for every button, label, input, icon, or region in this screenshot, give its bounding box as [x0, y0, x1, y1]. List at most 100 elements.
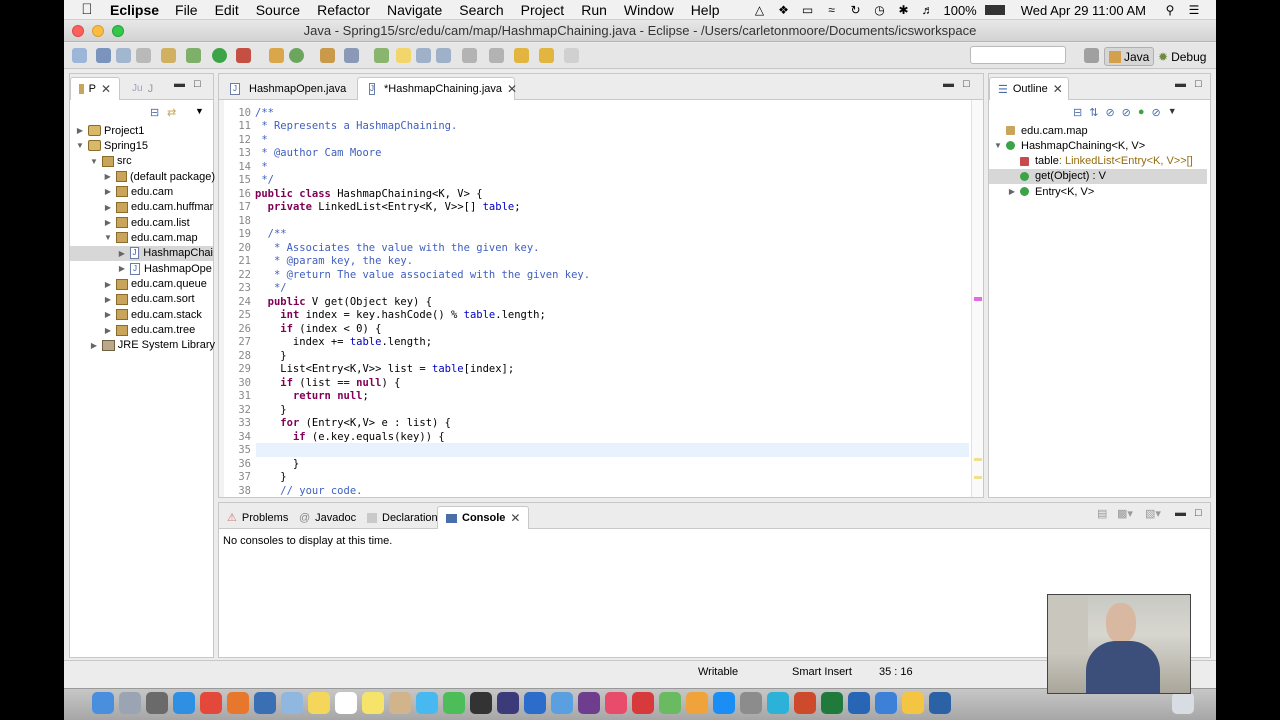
tab-declaration[interactable]: Declaration: [359, 506, 446, 529]
collapsed-arrow-icon[interactable]: ▶: [103, 203, 113, 212]
maximize-panel-icon[interactable]: □: [1195, 78, 1202, 90]
expanded-arrow-icon[interactable]: ▼: [103, 233, 113, 242]
run-icon[interactable]: [212, 48, 227, 63]
app-name-menu[interactable]: Eclipse: [110, 2, 159, 18]
hide-static-icon[interactable]: ⊘: [1122, 106, 1131, 119]
hide-fields-icon[interactable]: ⊘: [1105, 106, 1114, 119]
menu-project[interactable]: Project: [521, 2, 565, 18]
show-whitespace-icon[interactable]: [416, 48, 431, 63]
dock-xcode-icon[interactable]: [551, 692, 573, 714]
tree-item[interactable]: ▶ Project1: [75, 123, 215, 138]
collapsed-arrow-icon[interactable]: ▶: [103, 310, 113, 319]
notification-center-icon[interactable]: ☰: [1186, 3, 1202, 17]
outline-item[interactable]: ▶ Entry<K, V>: [1007, 184, 1094, 199]
open-perspective-icon[interactable]: [1084, 48, 1099, 63]
tree-item[interactable]: ▶ edu.cam.tree: [103, 323, 215, 338]
menu-clock[interactable]: Wed Apr 29 11:00 AM: [1021, 3, 1146, 18]
error-marker-icon[interactable]: [974, 297, 982, 301]
dock-github-icon[interactable]: [578, 692, 600, 714]
outline-item[interactable]: edu.cam.map: [993, 123, 1088, 138]
last-edit-icon[interactable]: [539, 48, 554, 63]
dock-keynote-icon[interactable]: [875, 692, 897, 714]
highlight-icon[interactable]: [396, 48, 411, 63]
dock-stickies-icon[interactable]: [362, 692, 384, 714]
code-area[interactable]: 10/** 11 * Represents a HashmapChaining. 1…: [225, 106, 969, 497]
menu-navigate[interactable]: Navigate: [387, 2, 442, 18]
tab-javadoc[interactable]: @ Javadoc: [291, 506, 364, 529]
new-icon[interactable]: [72, 48, 87, 63]
block-select-icon[interactable]: [436, 48, 451, 63]
dock-photos-icon[interactable]: [902, 692, 924, 714]
search-icon[interactable]: [344, 48, 359, 63]
collapsed-arrow-icon[interactable]: ▶: [1007, 187, 1017, 196]
new-class-icon[interactable]: [289, 48, 304, 63]
external-tools-icon[interactable]: [236, 48, 251, 63]
view-menu-icon[interactable]: ▼: [1168, 106, 1177, 119]
dock-safari-icon[interactable]: [173, 692, 195, 714]
new-java-project-icon[interactable]: [269, 48, 284, 63]
menu-file[interactable]: File: [175, 2, 198, 18]
collapsed-arrow-icon[interactable]: ▶: [117, 264, 127, 273]
dock-system-preferences-icon[interactable]: [740, 692, 762, 714]
dock-sourcetree-icon[interactable]: [929, 692, 951, 714]
tree-item[interactable]: ▶ edu.cam.queue: [103, 277, 215, 292]
maximize-panel-icon[interactable]: □: [963, 78, 970, 90]
battery-icon[interactable]: [984, 5, 1005, 15]
link-with-editor-icon[interactable]: ⇄: [167, 106, 176, 119]
save-icon[interactable]: [96, 48, 111, 63]
collapsed-arrow-icon[interactable]: ▶: [103, 218, 113, 227]
warning-marker-icon[interactable]: [974, 458, 982, 461]
tree-item[interactable]: ▶ edu.cam.huffmar: [103, 200, 215, 215]
tree-item[interactable]: ▼ src: [89, 154, 215, 169]
time-machine-icon[interactable]: ◷: [871, 3, 887, 17]
dock-excel-icon[interactable]: [821, 692, 843, 714]
minimize-panel-icon[interactable]: ▬: [1175, 507, 1186, 519]
apple-icon[interactable]: : [64, 1, 110, 18]
outline-item[interactable]: get(Object) : V: [989, 168, 1207, 184]
print-icon[interactable]: [136, 48, 151, 63]
menu-refactor[interactable]: Refactor: [317, 2, 370, 18]
previous-annotation-icon[interactable]: [489, 48, 504, 63]
dock-outlook-icon[interactable]: [848, 692, 870, 714]
menu-edit[interactable]: Edit: [215, 2, 239, 18]
collapsed-arrow-icon[interactable]: ▶: [103, 280, 113, 289]
tree-item[interactable]: ▶ edu.cam.list: [103, 215, 215, 230]
collapsed-arrow-icon[interactable]: ▶: [103, 295, 113, 304]
collapsed-arrow-icon[interactable]: ▶: [117, 249, 127, 258]
tab-problems[interactable]: ⚠ Problems: [219, 506, 296, 529]
tab-outline[interactable]: ☰ Outline ✕: [989, 77, 1069, 100]
collapsed-arrow-icon[interactable]: ▶: [89, 341, 99, 350]
dock-music-icon[interactable]: [632, 692, 654, 714]
hide-non-public-icon[interactable]: ●: [1138, 106, 1145, 119]
dock-reminders-icon[interactable]: [335, 692, 357, 714]
menu-search[interactable]: Search: [459, 2, 503, 18]
collapsed-arrow-icon[interactable]: ▶: [103, 326, 113, 335]
dock-chrome-icon[interactable]: [200, 692, 222, 714]
toggle-mark-icon[interactable]: [374, 48, 389, 63]
outline-item[interactable]: ▼ HashmapChaining<K, V>: [993, 138, 1145, 153]
dock-intellij-icon[interactable]: [524, 692, 546, 714]
spotlight-search-icon[interactable]: ⚲: [1162, 3, 1178, 17]
view-menu-icon[interactable]: ▼: [195, 106, 204, 116]
expanded-arrow-icon[interactable]: ▼: [89, 157, 99, 166]
tree-item[interactable]: ▶ (default package): [103, 169, 215, 184]
dock-notes-icon[interactable]: [308, 692, 330, 714]
tree-item[interactable]: ▶ J HashmapOpe: [117, 261, 215, 276]
open-type-icon[interactable]: [320, 48, 335, 63]
menu-help[interactable]: Help: [691, 2, 720, 18]
next-annotation-icon[interactable]: [462, 48, 477, 63]
outline-item[interactable]: table : LinkedList<Entry<K, V>>[]: [1007, 154, 1193, 169]
back-icon[interactable]: [514, 48, 529, 63]
tab-hashmap-open[interactable]: J HashmapOpen.java: [219, 77, 357, 100]
forward-icon[interactable]: [564, 48, 579, 63]
tree-item[interactable]: ▼ edu.cam.map: [103, 230, 215, 245]
dock-thunderbird-icon[interactable]: [254, 692, 276, 714]
close-icon[interactable]: ✕: [510, 511, 520, 525]
dock-webstorm-icon[interactable]: [767, 692, 789, 714]
collapsed-arrow-icon[interactable]: ▶: [75, 126, 85, 135]
expanded-arrow-icon[interactable]: ▼: [75, 141, 85, 150]
tab-junit[interactable]: Ju J: [124, 77, 161, 100]
tree-item[interactable]: ▶ edu.cam: [103, 184, 215, 199]
collapse-all-icon[interactable]: ⊟: [150, 106, 159, 119]
dock-ibooks-icon[interactable]: [686, 692, 708, 714]
